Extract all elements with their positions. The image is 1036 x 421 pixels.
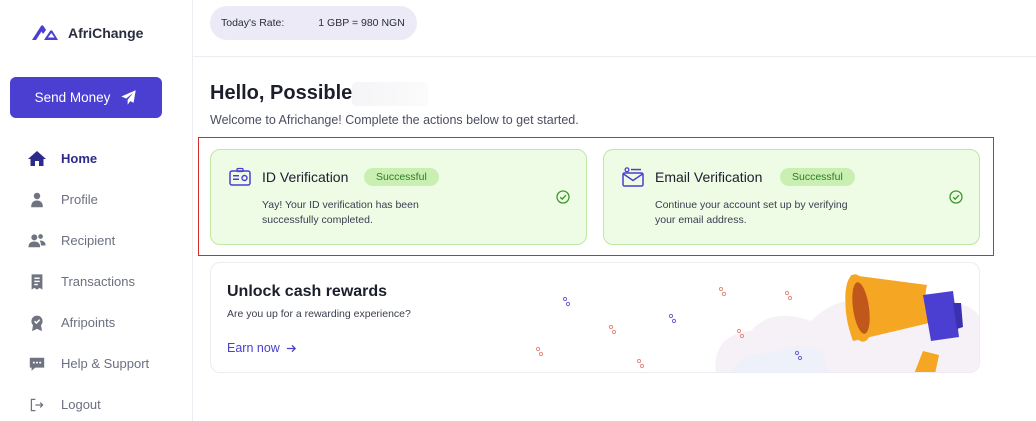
sidebar-item-label: Transactions [61, 274, 135, 289]
rewards-subtitle: Are you up for a rewarding experience? [227, 308, 411, 320]
brand-name: AfriChange [68, 25, 144, 41]
envelope-icon [622, 167, 644, 187]
rewards-card: Unlock cash rewards Are you up for a rew… [210, 262, 980, 373]
rewards-title: Unlock cash rewards [227, 283, 388, 300]
id-verification-description: Yay! Your ID verification has been succe… [262, 199, 419, 226]
sidebar-item-help-support[interactable]: Help & Support [0, 343, 192, 384]
sidebar-item-home[interactable]: Home [0, 138, 192, 179]
person-icon [27, 190, 47, 210]
check-circle-icon [556, 190, 570, 204]
status-badge: Successful [780, 168, 855, 186]
sidebar-item-label: Profile [61, 192, 98, 207]
home-icon [27, 149, 47, 169]
sidebar-item-label: Help & Support [61, 356, 150, 371]
rate-value: 1 GBP = 980 NGN [318, 17, 405, 29]
page-subtitle: Welcome to Africhange! Complete the acti… [210, 113, 579, 127]
sidebar-nav: Home Profile Recipient Transactions Afri… [0, 138, 192, 421]
sidebar-item-label: Afripoints [61, 315, 116, 330]
sidebar: AfriChange Send Money Home Profile Recip… [0, 0, 193, 421]
logo-mark-icon [32, 25, 58, 40]
email-verification-description: Continue your account set up by verifyin… [655, 199, 848, 226]
top-bar: Today's Rate: 1 GBP = 980 NGN [193, 0, 1036, 57]
paper-plane-icon [121, 90, 137, 105]
sidebar-item-label: Home [61, 151, 98, 166]
sidebar-item-transactions[interactable]: Transactions [0, 261, 192, 302]
arrow-right-icon [286, 344, 296, 352]
app-root: AfriChange Send Money Home Profile Recip… [0, 0, 1036, 421]
earn-now-link[interactable]: Earn now [227, 341, 297, 355]
rate-label: Today's Rate: [221, 17, 285, 29]
send-money-button[interactable]: Send Money [10, 77, 162, 118]
logo[interactable]: AfriChange [30, 22, 143, 44]
sidebar-item-logout[interactable]: Logout [0, 384, 192, 421]
id-card-icon [229, 167, 251, 186]
email-verification-title: Email Verification [655, 169, 763, 185]
sidebar-item-afripoints[interactable]: Afripoints [0, 302, 192, 343]
receipt-icon [27, 272, 47, 292]
exchange-rate-badge: Today's Rate: 1 GBP = 980 NGN [210, 6, 417, 40]
earn-now-label: Earn now [227, 341, 280, 355]
sidebar-item-recipient[interactable]: Recipient [0, 220, 192, 261]
sidebar-item-label: Recipient [61, 233, 116, 248]
medal-icon [27, 313, 47, 333]
send-money-label: Send Money [34, 90, 111, 105]
page-title: Hello, Possible [210, 82, 353, 104]
redacted-name-blur [352, 82, 428, 106]
id-verification-card[interactable]: ID Verification Successful Yay! Your ID … [210, 149, 587, 245]
megaphone-icon [845, 274, 963, 372]
email-verification-card[interactable]: Email Verification Successful Continue y… [603, 149, 980, 245]
id-verification-title: ID Verification [262, 169, 349, 185]
people-icon [27, 231, 47, 251]
sidebar-item-label: Logout [61, 397, 101, 412]
status-badge: Successful [364, 168, 439, 186]
chat-icon [27, 354, 47, 374]
check-circle-icon [949, 190, 963, 204]
logout-icon [27, 395, 47, 415]
sidebar-item-profile[interactable]: Profile [0, 179, 192, 220]
